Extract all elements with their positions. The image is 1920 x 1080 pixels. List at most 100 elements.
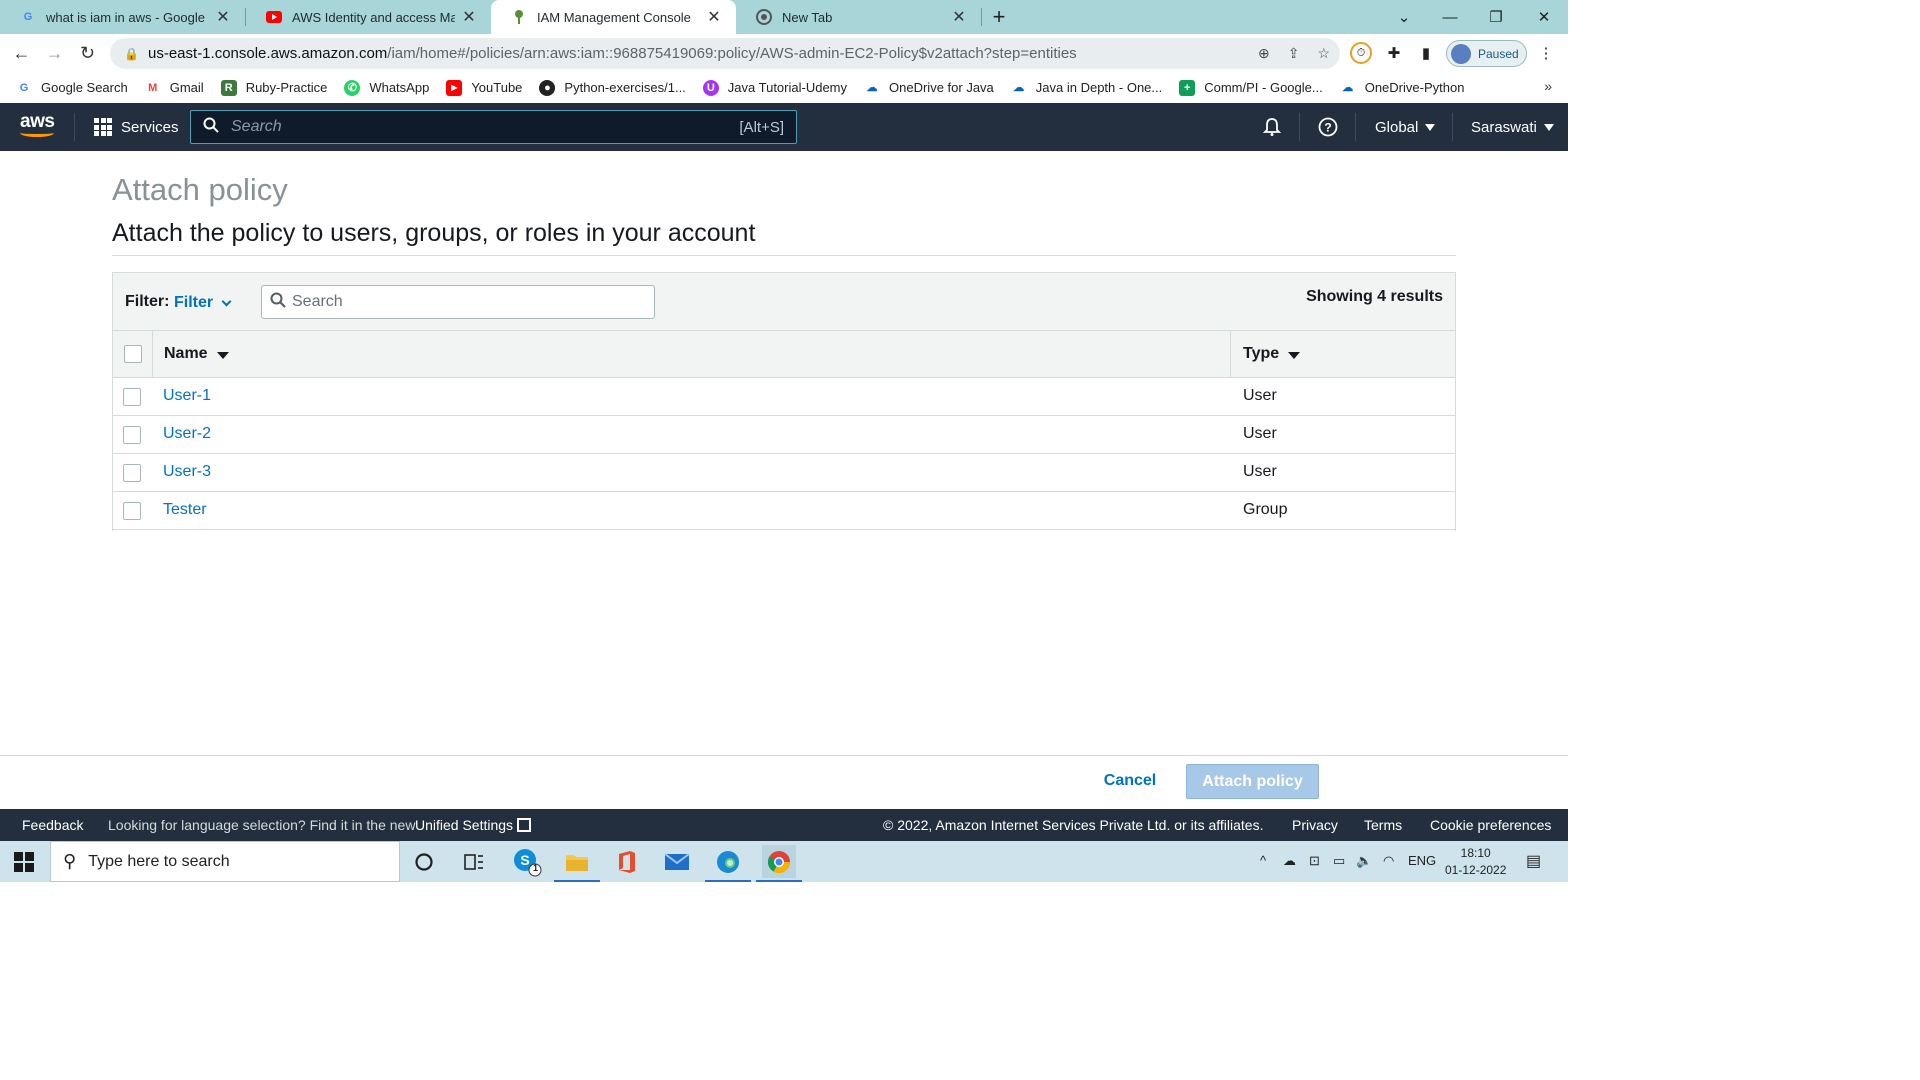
results-count: Showing 4 results	[1306, 288, 1443, 305]
close-tab-icon[interactable]: ✕	[706, 7, 722, 27]
new-tab-button[interactable]: +	[982, 0, 1016, 34]
chrome-icon[interactable]	[756, 845, 802, 882]
show-hidden-icons-icon[interactable]: ^	[1260, 853, 1266, 868]
table-row[interactable]: User-1 User	[113, 378, 1455, 416]
cookie-preferences-link[interactable]: Cookie preferences	[1430, 817, 1551, 833]
bookmark-star-icon[interactable]: ☆	[1317, 45, 1330, 62]
skype-badge: 1	[533, 863, 539, 873]
side-panel-icon[interactable]: ▮	[1415, 42, 1437, 64]
account-label: Saraswati	[1471, 118, 1537, 136]
notifications-icon[interactable]: ▤	[1526, 851, 1541, 871]
notifications-bell-icon[interactable]	[1260, 115, 1284, 139]
sheet-icon: R	[220, 79, 237, 96]
browser-tab-active[interactable]: IAM Management Console ✕	[491, 0, 736, 34]
select-all-checkbox[interactable]	[124, 345, 142, 363]
more-bookmarks-icon[interactable]: »	[1544, 78, 1552, 94]
bookmark-item[interactable]: ● Python-exercises/1...	[539, 79, 686, 96]
forward-button[interactable]: →	[38, 37, 71, 70]
skype-icon[interactable]: S 1	[510, 845, 544, 878]
edge-icon[interactable]	[705, 845, 751, 882]
extension-icon[interactable]: ⏱	[1350, 42, 1372, 64]
bookmark-item[interactable]: ▶ YouTube	[446, 79, 522, 96]
aws-search-input[interactable]	[231, 118, 711, 136]
cancel-button[interactable]: Cancel	[1090, 764, 1170, 798]
url-bar[interactable]: 🔒 us-east-1.console.aws.amazon.com/iam/h…	[110, 38, 1340, 69]
browser-menu-icon[interactable]: ⋮	[1535, 42, 1557, 64]
bookmark-item[interactable]: ☁ OneDrive for Java	[864, 80, 994, 96]
terms-link[interactable]: Terms	[1364, 817, 1402, 833]
gmail-icon: M	[148, 81, 158, 94]
table-row[interactable]: Tester Group	[113, 492, 1455, 530]
table-search-box[interactable]	[261, 285, 655, 319]
row-checkbox[interactable]	[123, 502, 141, 520]
input-language[interactable]: ENG	[1408, 853, 1436, 868]
reload-button[interactable]: ↻	[71, 37, 104, 70]
entity-name-link[interactable]: User-1	[163, 387, 211, 405]
row-checkbox[interactable]	[123, 388, 141, 406]
close-tab-icon[interactable]: ✕	[951, 7, 967, 27]
whatsapp-icon: ✆	[344, 79, 361, 96]
tab-search-icon[interactable]: ⌄	[1381, 0, 1427, 34]
zoom-icon[interactable]: ⊕	[1258, 45, 1270, 62]
region-label: Global	[1375, 118, 1419, 136]
table-row[interactable]: User-3 User	[113, 454, 1455, 492]
aws-logo[interactable]: aws	[20, 112, 58, 141]
bookmark-item[interactable]: ☁ OneDrive-Python	[1340, 80, 1464, 96]
help-icon[interactable]: ?	[1316, 115, 1340, 139]
bookmark-item[interactable]: R Ruby-Practice	[220, 79, 327, 96]
column-header-name[interactable]: Name	[164, 345, 229, 363]
column-header-type[interactable]: Type	[1243, 345, 1301, 363]
mail-icon[interactable]	[660, 845, 694, 878]
row-checkbox[interactable]	[123, 426, 141, 444]
attach-policy-button[interactable]: Attach policy	[1186, 764, 1319, 799]
browser-tab[interactable]: G what is iam in aws - Google Sear ✕	[0, 0, 245, 34]
privacy-link[interactable]: Privacy	[1292, 817, 1338, 833]
close-tab-icon[interactable]: ✕	[215, 7, 231, 27]
account-menu[interactable]: Saraswati	[1471, 103, 1554, 151]
file-explorer-icon[interactable]	[554, 845, 600, 882]
bookmark-item[interactable]: + Comm/PI - Google...	[1179, 79, 1323, 96]
filter-bar: Filter: Filter Showing 4 results	[113, 273, 1455, 331]
table-search-input[interactable]	[292, 293, 632, 311]
battery-icon[interactable]: ▭	[1333, 853, 1345, 869]
extensions-puzzle-icon[interactable]: ✚	[1383, 42, 1405, 64]
onedrive-tray-icon[interactable]: ☁	[1283, 853, 1296, 869]
device-tray-icon[interactable]: ⊡	[1309, 853, 1320, 869]
cortana-icon[interactable]	[407, 845, 441, 878]
entity-name-link[interactable]: User-3	[163, 463, 211, 481]
taskbar-search-box[interactable]: ⚲ Type here to search	[50, 841, 400, 882]
region-selector[interactable]: Global	[1375, 103, 1436, 151]
onedrive-icon: ☁	[1342, 82, 1354, 94]
table-row[interactable]: User-2 User	[113, 416, 1455, 454]
browser-tab[interactable]: New Tab ✕	[736, 0, 981, 34]
entity-name-link[interactable]: User-2	[163, 425, 211, 443]
unified-settings-link[interactable]: Unified Settings	[415, 817, 532, 833]
row-checkbox[interactable]	[123, 464, 141, 482]
bookmark-item[interactable]: M Gmail	[145, 80, 204, 96]
feedback-link[interactable]: Feedback	[22, 817, 83, 833]
windows-start-icon[interactable]	[14, 852, 34, 872]
entity-name-link[interactable]: Tester	[163, 501, 207, 519]
browser-tab[interactable]: AWS Identity and access Manage ✕	[246, 0, 491, 34]
bookmark-item[interactable]: G Google Search	[16, 80, 128, 96]
close-window-button[interactable]: ✕	[1521, 0, 1567, 34]
filter-dropdown[interactable]: Filter	[174, 294, 232, 312]
aws-search-box[interactable]: [Alt+S]	[190, 110, 797, 144]
back-button[interactable]: ←	[5, 37, 38, 70]
minimize-window-button[interactable]: —	[1427, 0, 1473, 34]
aws-console-navbar: aws Services [Alt+S] ? Global Saraswati	[0, 103, 1568, 151]
bookmark-item[interactable]: ☁ Java in Depth - One...	[1011, 80, 1162, 96]
services-menu-button[interactable]: Services	[94, 103, 179, 151]
system-clock[interactable]: 18:10 01-12-2022	[1445, 845, 1506, 879]
profile-button[interactable]: Paused	[1446, 40, 1527, 67]
close-tab-icon[interactable]: ✕	[461, 7, 477, 27]
divider	[0, 755, 1568, 756]
wifi-icon[interactable]: ◠	[1383, 853, 1394, 869]
volume-icon[interactable]: 🔈	[1356, 853, 1372, 869]
bookmark-item[interactable]: ✆ WhatsApp	[344, 79, 429, 96]
share-icon[interactable]: ⇪	[1288, 45, 1300, 62]
office-icon[interactable]	[610, 845, 644, 878]
bookmark-item[interactable]: U Java Tutorial-Udemy	[702, 79, 847, 96]
task-view-icon[interactable]	[457, 845, 491, 878]
restore-window-button[interactable]: ❐	[1473, 0, 1519, 34]
